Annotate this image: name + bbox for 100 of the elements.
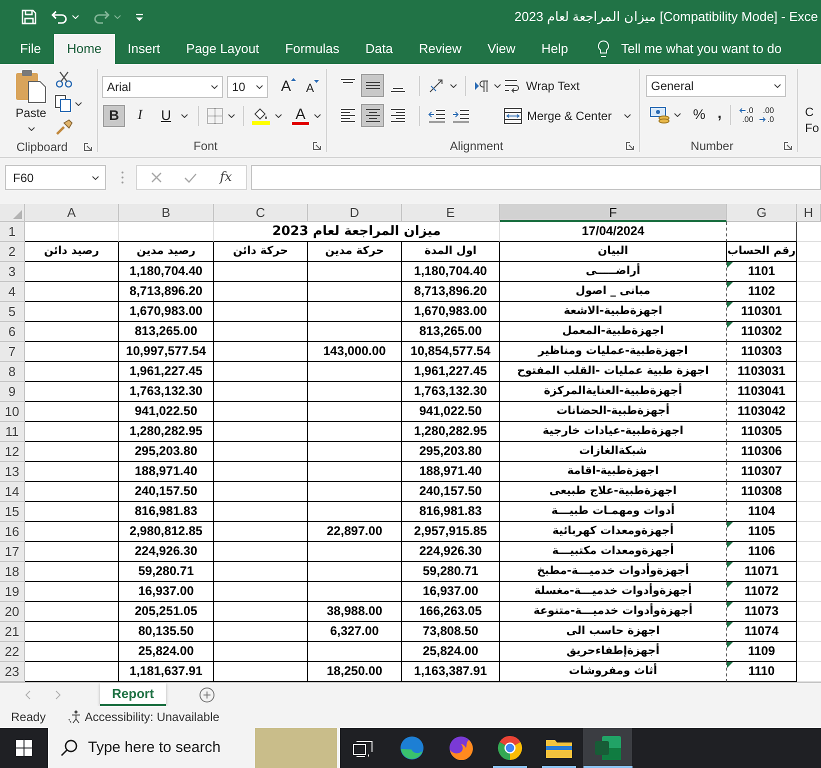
task-view-icon[interactable] bbox=[352, 740, 372, 756]
sheet-tab[interactable]: Report bbox=[100, 683, 166, 706]
row-header[interactable]: 7 bbox=[0, 342, 25, 362]
taskbar-app-button[interactable] bbox=[583, 728, 632, 768]
row-header[interactable]: 12 bbox=[0, 442, 25, 462]
search-box[interactable]: Type here to search bbox=[48, 728, 340, 768]
paste-button[interactable]: Paste bbox=[13, 69, 49, 136]
triangle-down-icon[interactable] bbox=[314, 80, 320, 83]
increase-decimal-button[interactable]: .0 .00 bbox=[738, 106, 754, 124]
column-header[interactable]: G bbox=[727, 204, 797, 222]
currency-icon[interactable] bbox=[650, 106, 670, 124]
swatch-icon[interactable] bbox=[292, 122, 309, 124]
spreadsheet-icon[interactable] bbox=[594, 735, 622, 761]
insert-function-button[interactable]: fx bbox=[220, 168, 232, 188]
borders-icon[interactable] bbox=[207, 108, 223, 124]
triangle-up-icon[interactable] bbox=[291, 78, 296, 80]
caret-icon[interactable] bbox=[494, 84, 501, 88]
column-header[interactable]: A bbox=[25, 204, 119, 222]
menu-tab[interactable]: Data bbox=[352, 34, 406, 64]
search-input[interactable]: Type here to search bbox=[88, 736, 246, 760]
column-header[interactable]: H bbox=[797, 204, 821, 222]
font-name-field[interactable]: Arial bbox=[102, 76, 223, 98]
customize-icon[interactable] bbox=[135, 12, 144, 22]
row-header[interactable]: 2 bbox=[0, 242, 25, 262]
menu-tab[interactable]: Review bbox=[406, 34, 474, 64]
launcher-icon[interactable] bbox=[84, 142, 92, 150]
brush-icon[interactable] bbox=[55, 119, 73, 136]
row-header[interactable]: 9 bbox=[0, 382, 25, 402]
merge-center-button[interactable]: Merge & Center bbox=[504, 106, 612, 124]
undo-icon[interactable] bbox=[51, 10, 68, 24]
row-header[interactable]: 17 bbox=[0, 542, 25, 562]
row-header[interactable]: 21 bbox=[0, 622, 25, 642]
wave-circle-icon[interactable] bbox=[400, 736, 424, 760]
caret-icon[interactable] bbox=[314, 114, 321, 118]
caret-icon[interactable] bbox=[28, 127, 34, 131]
formula-input[interactable] bbox=[251, 165, 821, 190]
row-header[interactable]: 23 bbox=[0, 662, 25, 682]
launcher-icon[interactable] bbox=[784, 142, 792, 150]
bold-button[interactable]: B bbox=[103, 104, 125, 126]
menu-tab[interactable]: Page Layout bbox=[173, 34, 272, 64]
indent-icon[interactable] bbox=[452, 108, 470, 122]
comma-button[interactable]: , bbox=[717, 103, 722, 126]
grow-font-button[interactable]: A bbox=[281, 78, 296, 96]
menu-tab[interactable]: Help bbox=[528, 34, 582, 64]
scissors-icon[interactable] bbox=[55, 71, 73, 88]
font-size-field[interactable]: 10 bbox=[227, 76, 268, 98]
row-header[interactable]: 10 bbox=[0, 402, 25, 422]
italic-button[interactable]: I bbox=[129, 104, 151, 126]
row-header[interactable]: 14 bbox=[0, 482, 25, 502]
row-header[interactable]: 19 bbox=[0, 582, 25, 602]
clipboard-icon[interactable] bbox=[15, 69, 47, 103]
arrow-right-icon[interactable] bbox=[759, 116, 766, 122]
align-left-icon[interactable] bbox=[340, 108, 356, 123]
row-header[interactable]: 16 bbox=[0, 522, 25, 542]
row-header[interactable]: 1 bbox=[0, 222, 25, 242]
wrap-text-icon[interactable] bbox=[504, 78, 520, 94]
menu-tab[interactable]: Insert bbox=[114, 34, 174, 64]
menu-tab[interactable]: File bbox=[7, 34, 54, 64]
save-icon[interactable] bbox=[21, 9, 37, 25]
lightbulb-icon[interactable] bbox=[597, 40, 610, 58]
launcher-icon[interactable] bbox=[313, 142, 321, 150]
row-header[interactable]: 22 bbox=[0, 642, 25, 662]
align-right-icon[interactable] bbox=[390, 108, 406, 123]
font-color-button[interactable]: A bbox=[292, 106, 309, 124]
row-header[interactable]: 5 bbox=[0, 302, 25, 322]
row-header[interactable]: 13 bbox=[0, 462, 25, 482]
caret-icon[interactable] bbox=[92, 176, 99, 180]
underline-button[interactable]: U bbox=[155, 104, 177, 126]
menu-tab[interactable]: View bbox=[474, 34, 528, 64]
outdent-icon[interactable] bbox=[428, 108, 446, 122]
merge-icon[interactable] bbox=[504, 108, 522, 124]
name-box[interactable]: F60 bbox=[5, 165, 106, 190]
caret-icon[interactable] bbox=[275, 114, 282, 118]
folder-icon[interactable] bbox=[544, 737, 572, 759]
column-header[interactable]: B bbox=[119, 204, 214, 222]
copy-icon[interactable] bbox=[55, 95, 71, 112]
row-header[interactable]: 4 bbox=[0, 282, 25, 302]
search-icon[interactable] bbox=[60, 739, 78, 757]
row-header[interactable]: 3 bbox=[0, 262, 25, 282]
caret-icon[interactable] bbox=[228, 114, 235, 118]
middle-align-button[interactable] bbox=[361, 74, 384, 97]
flame-globe-icon[interactable] bbox=[448, 736, 472, 760]
plus-circle-icon[interactable] bbox=[199, 686, 215, 702]
accessibility-button[interactable]: Accessibility: Unavailable bbox=[68, 708, 220, 726]
caret-icon[interactable] bbox=[75, 102, 82, 106]
column-header[interactable]: E bbox=[402, 204, 500, 222]
text-direction-icon[interactable] bbox=[474, 78, 490, 92]
caret-icon[interactable] bbox=[181, 114, 188, 118]
caret-icon[interactable] bbox=[674, 112, 681, 116]
percent-button[interactable]: % bbox=[693, 104, 706, 125]
windows-icon[interactable] bbox=[16, 740, 32, 756]
center-align-button[interactable] bbox=[361, 104, 384, 127]
menu-tab[interactable]: Home bbox=[54, 34, 115, 64]
row-header[interactable]: 15 bbox=[0, 502, 25, 522]
column-header[interactable]: D bbox=[308, 204, 402, 222]
accessibility-icon[interactable] bbox=[68, 710, 83, 724]
row-header[interactable]: 11 bbox=[0, 422, 25, 442]
shrink-font-button[interactable]: A bbox=[306, 80, 320, 96]
align-center-icon[interactable] bbox=[364, 108, 380, 123]
tell-me-button[interactable]: Tell me what you want to do bbox=[597, 34, 782, 64]
